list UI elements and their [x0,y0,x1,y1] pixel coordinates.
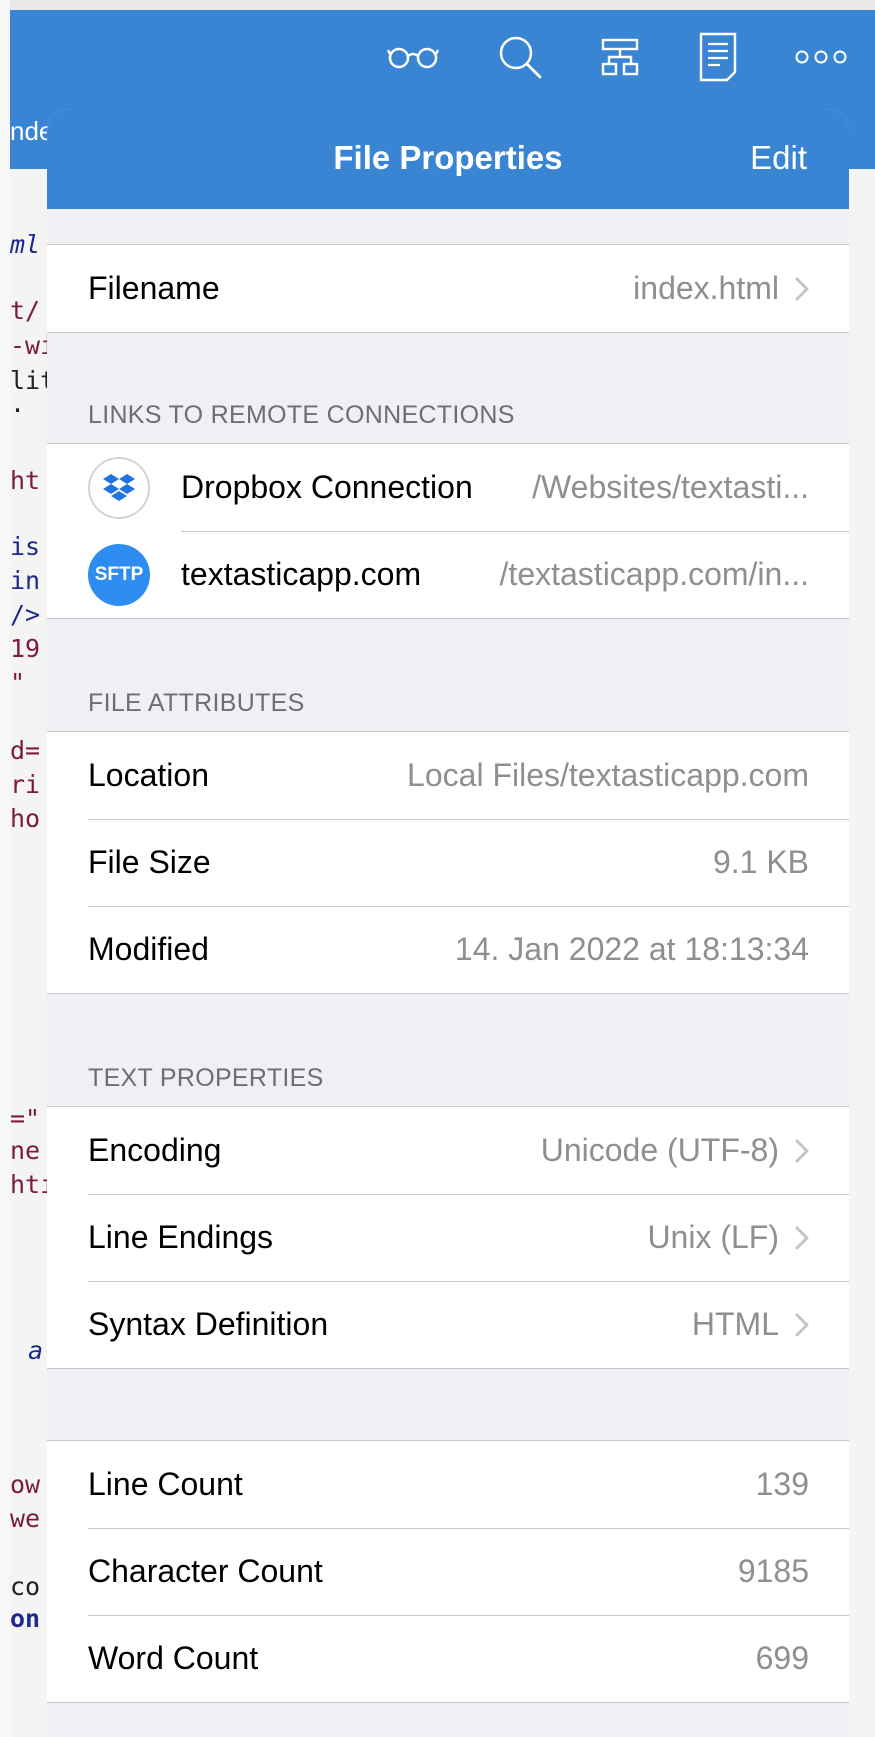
encoding-row[interactable]: Encoding Unicode (UTF-8) [47,1107,849,1194]
code-fragment: is [10,532,41,561]
count-value: 9185 [737,1553,809,1589]
property-label: Line Endings [88,1219,274,1255]
count-label: Word Count [88,1640,259,1676]
glasses-icon[interactable] [387,32,439,82]
attribute-row: Location Local Files/textasticapp.com [47,732,849,819]
syntax-definition-row[interactable]: Syntax Definition HTML [47,1281,849,1368]
count-row: Character Count 9185 [47,1528,849,1615]
count-label: Line Count [88,1466,243,1502]
attribute-label: Modified [88,931,209,967]
chevron-right-icon [795,1139,809,1163]
code-fragment: d= [10,736,41,765]
property-label: Syntax Definition [88,1306,329,1342]
property-value: Unix (LF) [647,1219,779,1255]
more-icon[interactable] [795,32,847,82]
count-value: 699 [755,1640,809,1676]
property-label: Encoding [88,1132,222,1168]
code-fragment: ow [10,1470,41,1499]
file-attributes-header: FILE ATTRIBUTES [88,689,305,717]
attribute-label: Location [88,757,209,793]
connection-row[interactable]: Dropbox Connection /Websites/textasti... [47,444,849,531]
code-fragment: co [10,1572,41,1601]
code-fragment: ri [10,770,41,799]
code-fragment: · [10,396,26,425]
remote-connections-header: LINKS TO REMOTE CONNECTIONS [88,401,515,429]
code-fragment: we [10,1504,41,1533]
connection-path: /Websites/textasti... [532,469,809,505]
symbols-icon[interactable] [598,32,642,82]
connection-row[interactable]: SFTP textasticapp.com /textasticapp.com/… [47,531,849,618]
document-icon[interactable] [698,32,738,82]
filename-label: Filename [88,270,220,306]
code-fragment: -wi [10,331,48,360]
connection-path: /textasticapp.com/in... [499,556,809,592]
code-fragment: htı [10,1170,48,1199]
code-fragment: 19 [10,634,41,663]
chevron-right-icon [795,1313,809,1337]
line-endings-row[interactable]: Line Endings Unix (LF) [47,1194,849,1281]
file-properties-popover: File Properties Edit Filename index.html… [47,109,849,1737]
count-row: Line Count 139 [47,1441,849,1528]
count-label: Character Count [88,1553,323,1589]
filename-value: index.html [633,270,779,306]
counts-group: Line Count 139 Character Count 9185 Word… [47,1440,849,1703]
attribute-value: Local Files/textasticapp.com [407,757,809,793]
property-value: Unicode (UTF-8) [540,1132,779,1168]
attribute-row: File Size 9.1 KB [47,819,849,906]
filename-row[interactable]: Filename index.html [47,245,849,332]
code-fragment: /> [10,600,41,629]
code-fragment: in [10,566,41,595]
chevron-right-icon [795,277,809,301]
code-fragment: lit [10,366,48,395]
window-edge [0,0,10,1737]
page-title: File Properties [333,139,563,176]
code-fragment: ml [10,230,41,259]
dropbox-icon [88,456,150,519]
chevron-right-icon [795,1226,809,1250]
file-attributes-group: Location Local Files/textasticapp.com Fi… [47,731,849,994]
connection-name: textasticapp.com [181,556,422,592]
code-fragment: " [10,668,26,697]
count-row: Word Count 699 [47,1615,849,1702]
code-fragment: ht [10,466,41,495]
code-fragment: on [10,1604,41,1633]
text-properties-header: TEXT PROPERTIES [88,1064,324,1092]
count-value: 139 [755,1466,809,1502]
filename-group: Filename index.html [47,244,849,333]
code-fragment: ho [10,804,41,833]
attribute-row: Modified 14. Jan 2022 at 18:13:34 [47,906,849,993]
text-properties-group: Encoding Unicode (UTF-8) Line Endings Un… [47,1106,849,1369]
code-fragment: ne [10,1136,41,1165]
editor-toolbar [10,10,875,100]
sftp-icon: SFTP [88,543,150,606]
connection-name: Dropbox Connection [181,469,473,505]
attribute-value: 9.1 KB [712,844,809,880]
property-value: HTML [691,1306,779,1342]
attribute-label: File Size [88,844,211,880]
code-fragment: t/ [10,296,41,325]
remote-connections-group: Dropbox Connection /Websites/textasti...… [47,443,849,619]
search-icon[interactable] [496,32,544,82]
edit-button[interactable]: Edit [750,139,807,177]
code-fragment: =" [10,1104,41,1133]
popover-nav-bar: File Properties Edit [47,109,849,209]
attribute-value: 14. Jan 2022 at 18:13:34 [454,931,809,967]
